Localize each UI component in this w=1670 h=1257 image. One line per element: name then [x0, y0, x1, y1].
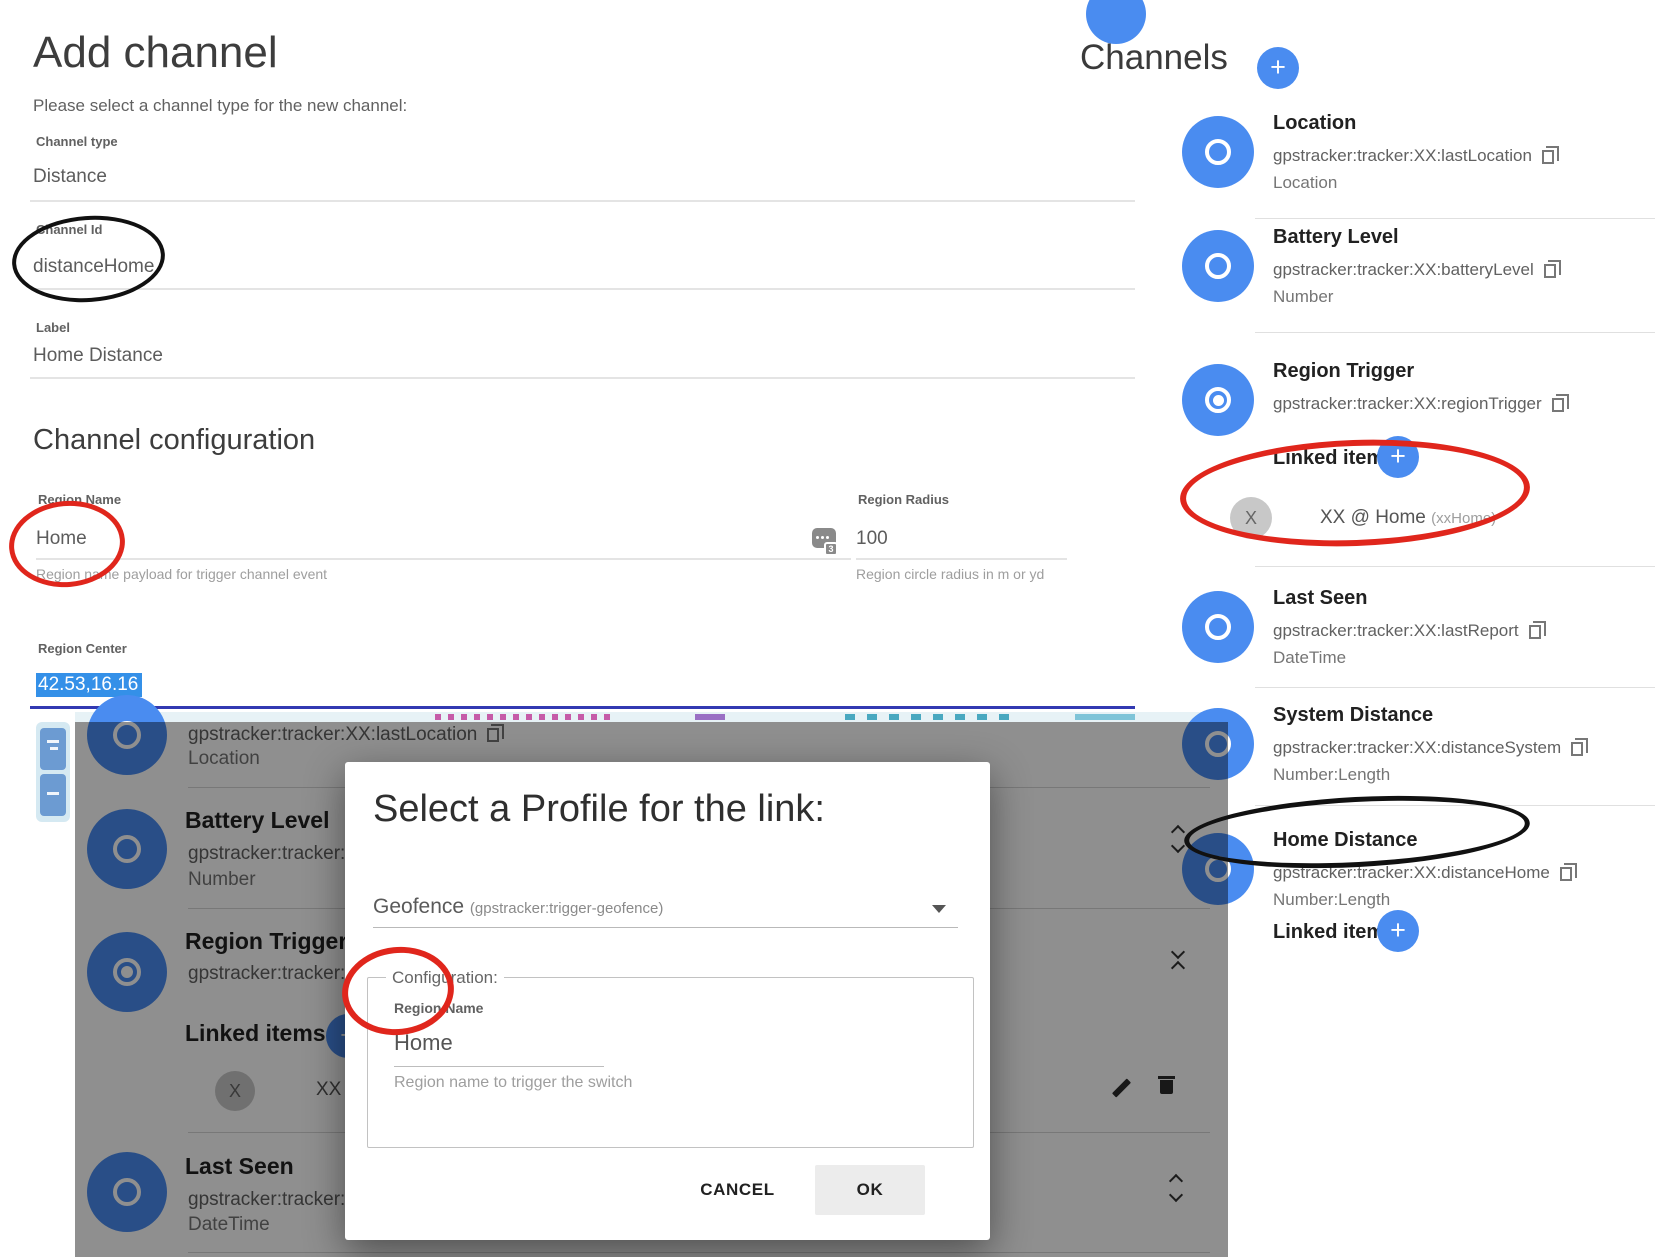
channels-heading: Channels [1080, 38, 1228, 78]
dialog-title: Select a Profile for the link: [373, 788, 825, 831]
divider [1255, 805, 1655, 806]
profile-select-detail: (gpstracker:trigger-geofence) [470, 900, 663, 917]
region-radius-input[interactable]: 100 [856, 528, 888, 550]
form-filler-extension-icon[interactable]: 3 [812, 528, 838, 556]
divider [1255, 566, 1655, 567]
input-underline [394, 1066, 604, 1067]
region-center-label: Region Center [38, 641, 127, 656]
page-subtitle: Please select a channel type for the new… [33, 96, 407, 116]
channel-title: System Distance [1273, 704, 1433, 727]
channel-type: Number [1273, 287, 1333, 307]
location-channel-icon [1182, 116, 1254, 188]
region-radius-label: Region Radius [858, 492, 949, 507]
map-zoom-control [36, 722, 70, 822]
add-channel-button[interactable]: + [1257, 47, 1299, 89]
channel-type: Location [1273, 173, 1337, 193]
item-avatar: X [1230, 497, 1272, 539]
region-name-label: Region Name [38, 492, 121, 507]
number-channel-icon [1182, 230, 1254, 302]
label-input[interactable]: Home Distance [33, 345, 163, 367]
divider [30, 377, 1135, 379]
chevron-down-icon [932, 905, 946, 913]
region-name-input[interactable]: Home [36, 528, 87, 550]
fieldset-legend: Configuration: [386, 968, 504, 988]
trigger-channel-icon [1182, 364, 1254, 436]
divider [1255, 218, 1655, 219]
linked-item-label: XX @ Home (xxHome) [1320, 507, 1496, 529]
label-field-label: Label [36, 320, 70, 335]
channel-uid: gpstracker:tracker:XX:distanceHome [1273, 863, 1572, 883]
region-name-input[interactable]: Home [394, 1030, 453, 1056]
channel-configuration-heading: Channel configuration [33, 424, 315, 457]
profile-select-value: Geofence [373, 895, 464, 918]
divider [30, 288, 1135, 290]
page-title: Add channel [33, 28, 278, 78]
channel-type: Number:Length [1273, 890, 1390, 910]
add-link-button[interactable]: + [1377, 436, 1419, 478]
map-zoom-in-button[interactable] [40, 728, 66, 770]
divider [1255, 687, 1655, 688]
add-link-button[interactable]: + [1377, 910, 1419, 952]
channel-type: DateTime [1273, 648, 1346, 668]
copy-icon[interactable] [1552, 398, 1564, 412]
channel-type: Number:Length [1273, 765, 1390, 785]
channel-title: Last Seen [1273, 587, 1367, 610]
ok-button[interactable]: OK [815, 1165, 925, 1215]
divider [30, 200, 1135, 202]
copy-icon[interactable] [1571, 742, 1583, 756]
cancel-button[interactable]: CANCEL [675, 1165, 800, 1215]
channel-uid: gpstracker:tracker:XX:lastLocation [1273, 146, 1554, 166]
map-zoom-out-button[interactable] [40, 774, 66, 816]
copy-icon[interactable] [1560, 867, 1572, 881]
copy-icon[interactable] [1542, 150, 1554, 164]
divider [1255, 332, 1655, 333]
region-name-hint: Region name to trigger the switch [394, 1074, 632, 1092]
channel-id-label: Channel Id [36, 222, 102, 237]
profile-select[interactable]: Geofence (gpstracker:trigger-geofence) [373, 874, 958, 928]
select-profile-dialog: Select a Profile for the link: Geofence … [345, 762, 990, 1240]
channel-title: Home Distance [1273, 829, 1418, 852]
extension-badge: 3 [824, 542, 838, 556]
channel-uid: gpstracker:tracker:XX:distanceSystem [1273, 738, 1583, 758]
channel-type-label: Channel type [36, 134, 118, 149]
divider [856, 558, 1067, 560]
channel-title: Region Trigger [1273, 360, 1414, 383]
channel-id-input[interactable]: distanceHome [33, 256, 154, 278]
copy-icon[interactable] [1544, 264, 1556, 278]
channel-title: Battery Level [1273, 226, 1399, 249]
region-name-label: Region Name [394, 1000, 483, 1016]
configuration-fieldset: Configuration: Region Name Home Region n… [367, 977, 974, 1148]
datetime-channel-icon [1182, 591, 1254, 663]
channel-uid: gpstracker:tracker:XX:lastReport [1273, 621, 1541, 641]
divider [36, 558, 851, 560]
region-radius-hint: Region circle radius in m or yd [856, 566, 1044, 582]
channel-title: Location [1273, 112, 1356, 135]
channel-uid: gpstracker:tracker:XX:batteryLevel [1273, 260, 1556, 280]
channel-type-select[interactable]: Distance [33, 166, 107, 188]
copy-icon[interactable] [1529, 625, 1541, 639]
channel-uid: gpstracker:tracker:XX:regionTrigger [1273, 394, 1564, 414]
region-name-hint: Region name payload for trigger channel … [36, 566, 327, 582]
